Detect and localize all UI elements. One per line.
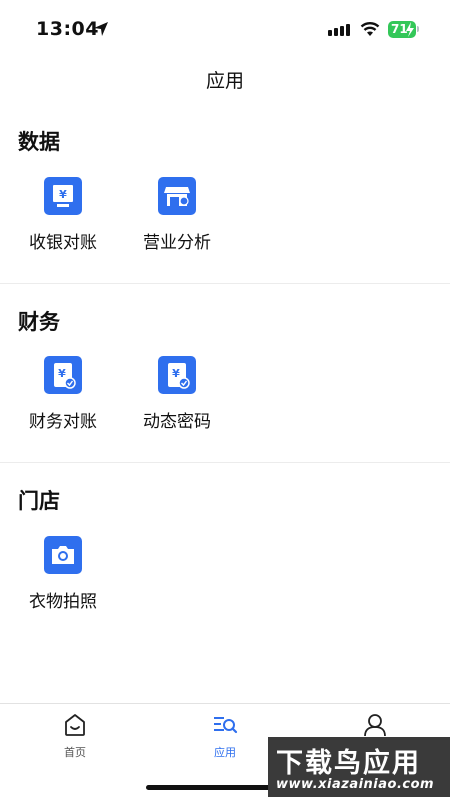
svg-text:¥: ¥ [59,188,67,201]
watermark-subtitle: www.xiazainiao.com [276,777,435,792]
apps-search-icon [214,717,238,734]
app-finance-reconciliation[interactable]: ¥ 财务对账 [13,356,113,432]
status-bar: 13:04 71 [0,0,450,58]
app-label: 财务对账 [29,412,97,432]
tab-label: 首页 [64,746,86,759]
status-time: 13:04 [36,18,99,40]
tab-apps[interactable]: 应用 [185,712,265,760]
section-title: 门店 [18,489,60,513]
cashier-screen-icon: ¥ [44,177,82,215]
svg-text:¥: ¥ [58,367,66,380]
app-business-analysis[interactable]: 营业分析 [127,177,227,253]
tab-label: 应用 [214,746,236,759]
watermark-title: 下载鸟应用 [276,748,421,779]
section-divider [0,283,450,284]
finance-document-icon: ¥ [44,356,82,394]
app-label: 收银对账 [29,233,97,253]
tab-home[interactable]: 首页 [35,712,115,760]
store-analysis-icon [158,177,196,215]
charging-bolt-icon [406,22,414,37]
watermark: 下载鸟应用 www.xiazainiao.com [268,737,450,797]
app-clothing-photo[interactable]: 衣物拍照 [13,536,113,612]
section-divider [0,462,450,463]
app-label: 衣物拍照 [29,592,97,612]
section-title: 数据 [18,130,60,154]
home-icon [65,714,85,736]
section-title: 财务 [18,310,60,334]
location-arrow-icon [94,22,108,36]
wifi-icon [360,22,380,36]
battery-cap [417,26,419,32]
app-dynamic-password[interactable]: ¥ 动态密码 [127,356,227,432]
user-icon [364,714,386,737]
camera-icon [44,536,82,574]
app-cashier-reconciliation[interactable]: ¥ 收银对账 [13,177,113,253]
app-label: 营业分析 [143,233,211,253]
svg-text:¥: ¥ [172,367,180,380]
app-label: 动态密码 [143,412,211,432]
cellular-signal-icon [328,24,350,36]
page-title: 应用 [205,70,244,92]
finance-document-icon: ¥ [158,356,196,394]
